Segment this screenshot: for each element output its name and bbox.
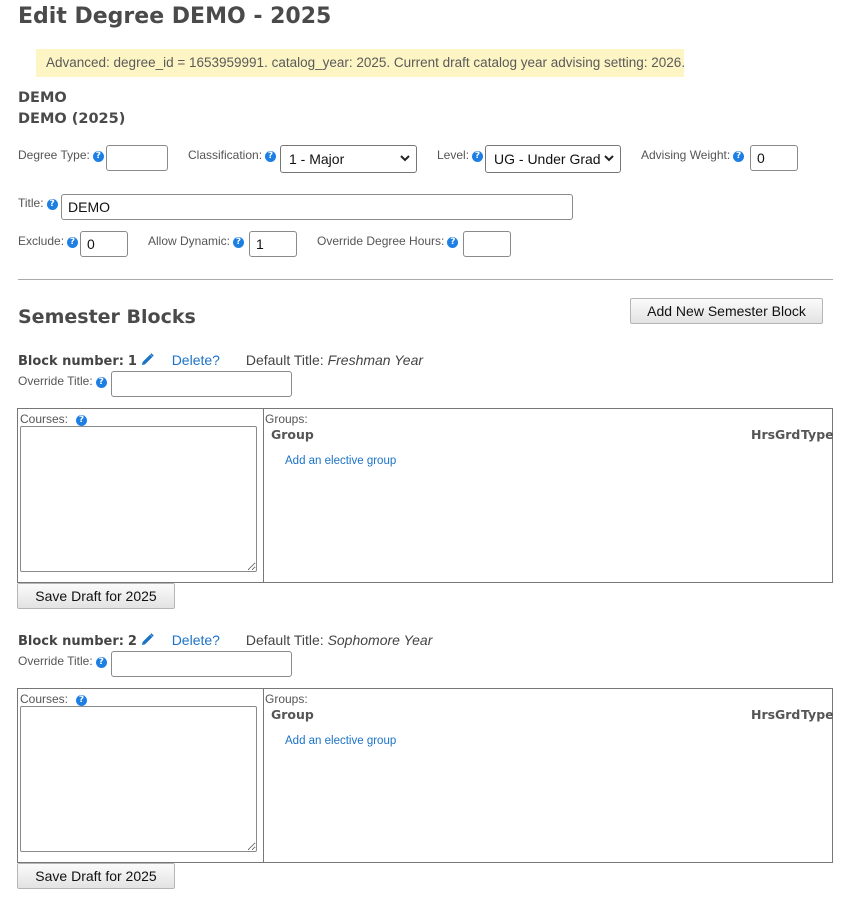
help-icon[interactable]: ? — [92, 151, 104, 162]
block-header: Block number: 1 Delete? Default Title: F… — [18, 352, 423, 369]
advising-weight-label: Advising Weight:? — [641, 148, 745, 162]
degree-code: DEMO — [18, 90, 67, 106]
pencil-icon[interactable] — [141, 633, 154, 646]
help-icon[interactable]: ? — [733, 151, 745, 162]
block-number: 1 — [127, 354, 137, 369]
level-value: UG - Under Grad — [494, 151, 601, 167]
level-select[interactable]: UG - Under Grad — [485, 145, 621, 173]
block-courses-groups-table: Courses:? Groups: Group Hrs Grd Type Add… — [17, 688, 834, 863]
chevron-down-icon — [604, 155, 614, 162]
courses-textarea[interactable] — [20, 426, 257, 572]
title-label: Title:? — [18, 196, 58, 210]
section-divider — [18, 279, 833, 280]
block-number-label: Block number: — [18, 634, 124, 649]
help-icon[interactable]: ? — [265, 151, 277, 162]
help-icon[interactable]: ? — [233, 237, 245, 248]
level-label: Level:? — [437, 148, 484, 162]
override-title-input[interactable] — [111, 651, 292, 677]
type-column-header: Type — [801, 707, 834, 722]
override-title-label: Override Title:? — [18, 374, 107, 388]
block-number: 2 — [127, 634, 137, 649]
allow-dynamic-input[interactable] — [249, 231, 297, 257]
groups-label: Groups: — [265, 412, 308, 426]
group-column-header: Group — [271, 707, 314, 722]
advising-weight-input[interactable] — [750, 145, 798, 171]
courses-label: Courses:? — [20, 412, 88, 426]
pencil-icon[interactable] — [141, 353, 154, 366]
default-title-value: Sophomore Year — [327, 632, 433, 648]
column-divider — [263, 689, 264, 862]
override-title-label: Override Title:? — [18, 654, 107, 668]
help-icon[interactable]: ? — [76, 415, 88, 426]
allow-dynamic-label: Allow Dynamic:? — [148, 234, 245, 248]
courses-textarea[interactable] — [20, 706, 257, 852]
degree-code-year: DEMO (2025) — [18, 111, 126, 127]
help-icon[interactable]: ? — [472, 151, 484, 162]
classification-select[interactable]: 1 - Major — [280, 145, 417, 173]
column-divider — [263, 409, 264, 582]
exclude-label: Exclude:? — [18, 234, 79, 248]
block-courses-groups-table: Courses:? Groups: Group Hrs Grd Type Add… — [17, 408, 834, 583]
exclude-input[interactable] — [80, 231, 128, 257]
degree-type-label: Degree Type:? — [18, 148, 104, 162]
groups-label: Groups: — [265, 692, 308, 706]
grd-column-header: Grd — [775, 427, 801, 442]
page-title: Edit Degree DEMO - 2025 — [18, 4, 332, 29]
group-column-header: Group — [271, 427, 314, 442]
help-icon[interactable]: ? — [46, 199, 58, 210]
block-number-label: Block number: — [18, 354, 124, 369]
add-elective-group-link[interactable]: Add an elective group — [285, 735, 396, 747]
override-title-input[interactable] — [111, 371, 292, 397]
help-icon[interactable]: ? — [95, 657, 107, 668]
degree-type-input[interactable] — [106, 145, 168, 171]
title-input[interactable] — [61, 194, 573, 220]
classification-label: Classification:? — [188, 148, 277, 162]
delete-block-link[interactable]: Delete? — [172, 632, 220, 648]
save-draft-button[interactable]: Save Draft for 2025 — [17, 863, 175, 889]
help-icon[interactable]: ? — [67, 237, 79, 248]
grd-column-header: Grd — [775, 707, 801, 722]
help-icon[interactable]: ? — [95, 377, 107, 388]
override-hours-input[interactable] — [463, 231, 511, 257]
help-icon[interactable]: ? — [447, 237, 459, 248]
default-title-label: Default Title: — [245, 352, 324, 368]
default-title-label: Default Title: — [245, 632, 324, 648]
type-column-header: Type — [801, 427, 834, 442]
delete-block-link[interactable]: Delete? — [172, 352, 220, 368]
block-header: Block number: 2 Delete? Default Title: S… — [18, 632, 432, 649]
override-hours-label: Override Degree Hours:? — [317, 234, 459, 248]
chevron-down-icon — [400, 155, 410, 162]
classification-value: 1 - Major — [289, 151, 345, 167]
advanced-notice: Advanced: degree_id = 1653959991. catalo… — [36, 49, 685, 77]
semester-blocks-heading: Semester Blocks — [18, 306, 196, 328]
help-icon[interactable]: ? — [76, 695, 88, 706]
add-elective-group-link[interactable]: Add an elective group — [285, 455, 396, 467]
hrs-column-header: Hrs — [751, 707, 776, 722]
add-semester-block-button[interactable]: Add New Semester Block — [630, 298, 823, 324]
save-draft-button[interactable]: Save Draft for 2025 — [17, 583, 175, 609]
courses-label: Courses:? — [20, 692, 88, 706]
default-title-value: Freshman Year — [327, 352, 424, 368]
hrs-column-header: Hrs — [751, 427, 776, 442]
